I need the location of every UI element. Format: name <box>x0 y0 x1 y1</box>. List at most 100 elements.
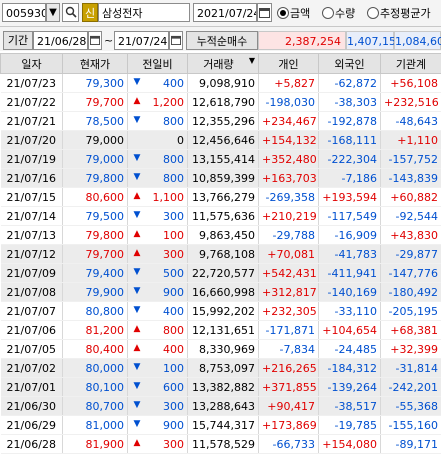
table-row[interactable]: 21/07/20 79,000 0 12,456,646 +154,132 -168,11… <box>0 130 441 150</box>
cell-institution: -157,752 <box>380 149 441 169</box>
table-row[interactable]: 21/06/29 81,000 ▼ 900 15,744,317 +173,869 -19,… <box>0 415 441 435</box>
period-to-input[interactable]: 21/07/24 <box>114 31 169 50</box>
cell-individual: -198,030 <box>258 92 319 112</box>
cell-volume: 22,720,577 <box>187 263 259 283</box>
cell-date: 21/07/21 <box>0 111 63 131</box>
cell-foreign: -7,186 <box>318 168 381 188</box>
table-row[interactable]: 21/07/13 79,800 ▲ 100 9,863,450 -29,788 -16,90… <box>0 225 441 245</box>
col-header-price[interactable]: 현재가 <box>62 53 128 74</box>
table-row[interactable]: 21/06/28 81,900 ▲ 300 11,578,529 -66,733 +154,… <box>0 434 441 454</box>
sum-foreign: 1,407,152 <box>346 31 403 50</box>
cell-change: ▼ 300 <box>127 396 188 416</box>
cell-change: ▼ 300 <box>127 206 188 226</box>
table-row[interactable]: 21/07/02 80,000 ▼ 100 8,753,097 +216,265 -184,… <box>0 358 441 378</box>
to-calendar-button[interactable] <box>169 31 183 50</box>
cell-change: ▼ 400 <box>127 73 188 93</box>
cell-date: 21/07/09 <box>0 263 63 283</box>
table-row[interactable]: 21/07/08 79,900 ▼ 900 16,660,998 +312,817 -140… <box>0 282 441 302</box>
cell-individual: -7,834 <box>258 339 319 359</box>
cell-price: 79,700 <box>62 244 128 264</box>
stock-code-input[interactable]: 005930 <box>2 3 46 22</box>
calendar-button[interactable] <box>257 3 272 22</box>
table-row[interactable]: 21/07/01 80,100 ▼ 600 13,382,882 +371,855 -139… <box>0 377 441 397</box>
table-row[interactable]: 21/07/22 79,700 ▲ 1,200 12,618,790 -198,030 -3… <box>0 92 441 112</box>
from-calendar-button[interactable] <box>88 31 102 50</box>
table-row[interactable]: 21/07/21 78,500 ▼ 800 12,355,296 +234,467 -192… <box>0 111 441 131</box>
cell-date: 21/07/14 <box>0 206 63 226</box>
cell-date: 21/07/22 <box>0 92 63 112</box>
col-header-date[interactable]: 일자 <box>0 53 63 74</box>
radio-quantity[interactable]: 수량 <box>322 5 355 21</box>
cell-change: ▼ 800 <box>127 111 188 131</box>
cell-volume: 12,618,790 <box>187 92 259 112</box>
cell-foreign: -222,304 <box>318 149 381 169</box>
down-triangle-icon: ▼ <box>133 285 141 296</box>
col-header-foreign[interactable]: 외국인 <box>318 53 381 74</box>
table-row[interactable]: 21/07/09 79,400 ▼ 500 22,720,577 +542,431 -411… <box>0 263 441 283</box>
table-row[interactable]: 21/07/16 79,800 ▼ 800 10,859,399 +163,703 -7,1… <box>0 168 441 188</box>
cell-date: 21/07/01 <box>0 377 63 397</box>
period-from-input[interactable]: 21/06/28 <box>33 31 88 50</box>
cell-price: 79,000 <box>62 149 128 169</box>
cell-change: ▼ 500 <box>127 263 188 283</box>
radio-dot-icon <box>367 7 379 19</box>
cell-foreign: -184,312 <box>318 358 381 378</box>
table-row[interactable]: 21/07/05 80,400 ▲ 400 8,330,969 -7,834 -24,485… <box>0 339 441 359</box>
cell-change-value: 500 <box>163 266 184 280</box>
cell-change: ▲ 400 <box>127 339 188 359</box>
cell-foreign: -19,785 <box>318 415 381 435</box>
radio-average-price[interactable]: 추정평균가 <box>367 5 431 21</box>
col-header-institution[interactable]: 기관계 <box>380 53 441 74</box>
cell-price: 79,400 <box>62 263 128 283</box>
col-header-change[interactable]: 전일비 <box>127 53 188 74</box>
cell-change: ▲ 300 <box>127 244 188 264</box>
cell-price: 81,200 <box>62 320 128 340</box>
cell-individual: -66,733 <box>258 434 319 454</box>
cell-price: 80,700 <box>62 396 128 416</box>
table-row[interactable]: 21/07/19 79,000 ▼ 800 13,155,414 +352,480 -222… <box>0 149 441 169</box>
sort-down-icon[interactable]: ▼ <box>249 56 255 65</box>
table-row[interactable]: 21/06/30 80,700 ▼ 300 13,288,643 +90,417 -38,5… <box>0 396 441 416</box>
table-row[interactable]: 21/07/15 80,600 ▲ 1,100 13,766,279 -269,358 +1… <box>0 187 441 207</box>
calendar-icon <box>171 35 181 45</box>
cell-institution: -147,776 <box>380 263 441 283</box>
up-triangle-icon: ▲ <box>133 342 141 353</box>
cell-individual: +210,219 <box>258 206 319 226</box>
cell-date: 21/06/29 <box>0 415 63 435</box>
date-input[interactable]: 2021/07/24 <box>193 3 257 22</box>
cell-institution: +56,108 <box>380 73 441 93</box>
cell-change-value: 1,100 <box>152 190 185 204</box>
cell-change-value: 800 <box>163 323 184 337</box>
radio-amount[interactable]: 금액 <box>277 5 310 21</box>
cell-change: ▲ 800 <box>127 320 188 340</box>
col-header-individual[interactable]: 개인 <box>258 53 319 74</box>
cell-institution: -242,201 <box>380 377 441 397</box>
cell-institution: -89,171 <box>380 434 441 454</box>
cell-individual: +371,855 <box>258 377 319 397</box>
cell-date: 21/07/12 <box>0 244 63 264</box>
down-triangle-icon: ▼ <box>133 361 141 372</box>
down-triangle-icon: ▼ <box>133 76 141 87</box>
table-row[interactable]: 21/07/12 79,700 ▲ 300 9,768,108 +70,081 -41,78… <box>0 244 441 264</box>
cell-change: ▼ 800 <box>127 168 188 188</box>
search-button[interactable] <box>62 3 79 22</box>
dropdown-button[interactable]: ▼ <box>46 3 60 22</box>
table-row[interactable]: 21/07/23 79,300 ▼ 400 9,098,910 +5,827 -62,872… <box>0 73 441 93</box>
cell-date: 21/07/20 <box>0 130 63 150</box>
cell-change-value: 300 <box>163 437 184 451</box>
down-triangle-icon: ▼ <box>133 152 141 163</box>
period-label: 기간 <box>3 31 33 50</box>
table-row[interactable]: 21/07/06 81,200 ▲ 800 12,131,651 -171,871 +104… <box>0 320 441 340</box>
cell-individual: +216,265 <box>258 358 319 378</box>
radio-dot-icon <box>277 7 289 19</box>
cell-individual: +352,480 <box>258 149 319 169</box>
up-triangle-icon: ▲ <box>133 247 141 258</box>
cell-foreign: -192,878 <box>318 111 381 131</box>
col-header-volume[interactable]: 거래량 ▼ <box>187 53 259 74</box>
table-row[interactable]: 21/07/07 80,800 ▼ 400 15,992,202 +232,305 -33,… <box>0 301 441 321</box>
table-row[interactable]: 21/07/14 79,500 ▼ 300 11,575,636 +210,219 -117… <box>0 206 441 226</box>
period-tilde: ~ <box>104 34 114 47</box>
stock-name-field[interactable]: 삼성전자 <box>98 3 190 22</box>
cell-volume: 9,768,108 <box>187 244 259 264</box>
cell-price: 80,100 <box>62 377 128 397</box>
